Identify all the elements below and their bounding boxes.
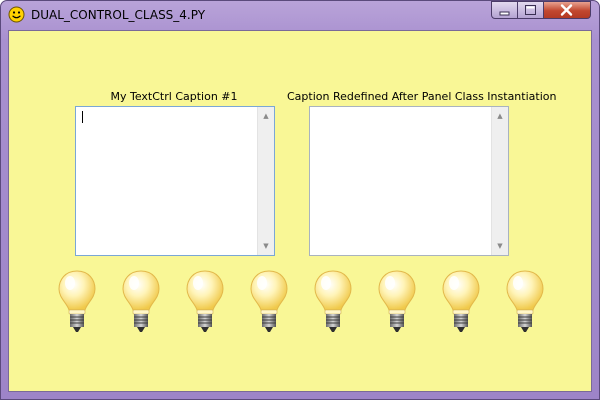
scroll-down-icon[interactable]: ▼: [492, 239, 508, 253]
lightbulb-icon: [314, 270, 352, 333]
maximize-button[interactable]: [518, 1, 544, 19]
textctrl2-input[interactable]: [310, 107, 491, 255]
close-icon: [560, 4, 573, 16]
app-window: DUAL_CONTROL_CLASS_4.PY My TextCtrl Capt…: [0, 0, 600, 400]
scroll-up-icon[interactable]: ▲: [258, 109, 274, 123]
textctrl1-input[interactable]: [76, 107, 257, 255]
maximize-icon: [525, 5, 536, 15]
textctrl2-caption: Caption Redefined After Panel Class Inst…: [287, 90, 557, 103]
title-bar[interactable]: DUAL_CONTROL_CLASS_4.PY: [1, 1, 599, 29]
window-title: DUAL_CONTROL_CLASS_4.PY: [31, 8, 206, 22]
textctrl2[interactable]: ▲ ▼: [309, 106, 509, 256]
textctrl1[interactable]: ▲ ▼: [75, 106, 275, 256]
minimize-button[interactable]: [491, 1, 518, 19]
close-button[interactable]: [544, 1, 591, 19]
lightbulb-icon: [442, 270, 480, 333]
minimize-icon: [499, 11, 510, 16]
lightbulb-icon: [506, 270, 544, 333]
panel: My TextCtrl Caption #1 Caption Redefined…: [8, 30, 592, 392]
lightbulb-icon: [250, 270, 288, 333]
scroll-down-icon[interactable]: ▼: [258, 239, 274, 253]
lightbulb-icon: [58, 270, 96, 333]
textctrl1-scrollbar[interactable]: ▲ ▼: [257, 107, 274, 255]
bulb-row: [9, 269, 593, 339]
textctrl1-caption: My TextCtrl Caption #1: [110, 90, 238, 103]
text-caret: [82, 111, 83, 123]
lightbulb-icon: [186, 270, 224, 333]
lightbulb-icon: [378, 270, 416, 333]
textctrl2-scrollbar[interactable]: ▲ ▼: [491, 107, 508, 255]
smiley-icon[interactable]: [8, 6, 25, 23]
scroll-up-icon[interactable]: ▲: [492, 109, 508, 123]
lightbulb-icon: [122, 270, 160, 333]
